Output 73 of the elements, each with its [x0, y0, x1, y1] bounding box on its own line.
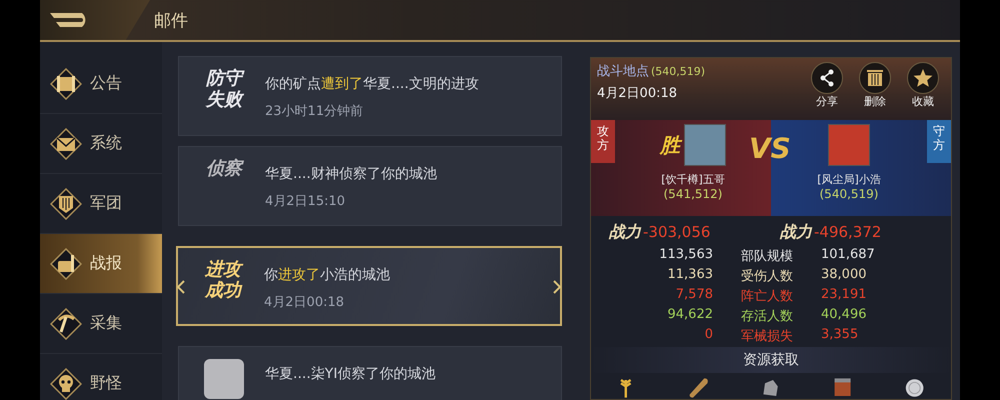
- chevron-icon: [553, 280, 561, 294]
- trash-icon: [867, 70, 883, 86]
- location-label: 战斗地点: [597, 63, 649, 80]
- stat-label: 存活人数: [740, 308, 794, 325]
- sidebar-tab[interactable]: 野怪: [40, 354, 162, 400]
- mail-subject: 华夏....财神侦察了你的城池: [265, 165, 437, 183]
- mail-time: 4月2日00:18: [264, 294, 346, 311]
- mail-time: 4月2日15:10: [265, 193, 346, 210]
- defender-stat: 38,000: [821, 267, 868, 284]
- shield-icon: [50, 188, 82, 220]
- page-title: 邮件: [154, 10, 188, 32]
- mail-subject: 你进攻了小浩的城池: [264, 266, 390, 284]
- chevron-icon: [177, 280, 185, 294]
- combat-power-change: -303,056: [643, 223, 710, 241]
- combat-power-change: -496,372: [814, 223, 882, 241]
- report-time: 4月2日00:18: [597, 85, 678, 102]
- combat-power-label: 战力: [609, 222, 641, 243]
- player-name: [风尘局]小浩: [817, 172, 881, 187]
- sidebar-tab[interactable]: 战报: [40, 234, 162, 294]
- sidebar-tab[interactable]: 公告: [40, 54, 162, 114]
- mail-type-emblem: 侦察: [205, 159, 244, 180]
- ingot-icon: [833, 377, 853, 399]
- mail-type-emblem: [204, 359, 244, 399]
- action-button[interactable]: 删除: [853, 62, 897, 109]
- coin-icon: [905, 377, 925, 399]
- sidebar-tab[interactable]: 系统: [40, 114, 162, 174]
- action-label: 收藏: [912, 94, 934, 109]
- attacker-stat: 0: [704, 327, 713, 344]
- share-icon: [820, 69, 834, 87]
- log-icon: [689, 377, 709, 399]
- action-button[interactable]: 分享: [805, 62, 849, 109]
- attacker-stat: 7,578: [674, 287, 713, 304]
- avatar-placeholder: [684, 124, 726, 166]
- defender-stat: 3,355: [821, 327, 860, 344]
- mail-card[interactable]: 华夏....柒YI侦察了你的城池: [178, 346, 562, 400]
- stat-label: 部队规模: [740, 248, 794, 265]
- back-button[interactable]: [40, 0, 150, 40]
- mail-card[interactable]: 防守失败 你的矿点遭到了华夏....文明的进攻 23小时11分钟前: [178, 56, 562, 136]
- stat-label: 阵亡人数: [740, 288, 794, 305]
- defender-stat: 40,496: [821, 307, 868, 324]
- defender-stat: 23,191: [821, 287, 868, 304]
- pickaxe-icon: [50, 308, 82, 340]
- stat-label: 受伤人数: [740, 268, 794, 285]
- mail-subject: 你的矿点遭到了华夏....文明的进攻: [265, 75, 479, 93]
- combat-power-label: 战力: [780, 222, 812, 243]
- scroll-icon: [50, 68, 82, 100]
- versus-mark: VS: [749, 132, 791, 165]
- star-icon: [913, 69, 933, 87]
- attacker-stat: 113,563: [658, 247, 713, 264]
- player-power: (541,512): [664, 187, 722, 201]
- action-label: 删除: [864, 94, 886, 109]
- mail-card[interactable]: 进攻成功 你进攻了小浩的城池 4月2日00:18: [176, 246, 562, 326]
- defender-stat: 101,687: [821, 247, 876, 264]
- skull-icon: [50, 368, 82, 400]
- player-name: [饮千樽]五哥: [661, 172, 725, 187]
- action-button[interactable]: 收藏: [901, 62, 945, 109]
- sidebar-tab[interactable]: 采集: [40, 294, 162, 354]
- avatar-placeholder: [828, 124, 870, 166]
- mail-type-emblem: 进攻成功: [203, 260, 243, 302]
- player-power: (540,519): [820, 187, 878, 201]
- mail-time: 23小时11分钟前: [265, 103, 364, 120]
- mail-type-emblem: 防守失败: [204, 69, 244, 110]
- side-flag: 守方: [927, 120, 951, 163]
- stat-label: 军械损失: [740, 328, 794, 345]
- side-flag: 攻方: [591, 120, 615, 163]
- mail-card[interactable]: 侦察 华夏....财神侦察了你的城池 4月2日15:10: [178, 146, 562, 226]
- attacker-stat: 11,363: [666, 267, 713, 284]
- attacker-stat: 94,622: [666, 307, 713, 324]
- mail-subject: 华夏....柒YI侦察了你的城池: [265, 365, 436, 383]
- victory-mark: 胜: [660, 132, 680, 158]
- envelope-icon: [50, 128, 82, 160]
- location-power: (540,519): [651, 65, 706, 78]
- action-label: 分享: [816, 94, 838, 109]
